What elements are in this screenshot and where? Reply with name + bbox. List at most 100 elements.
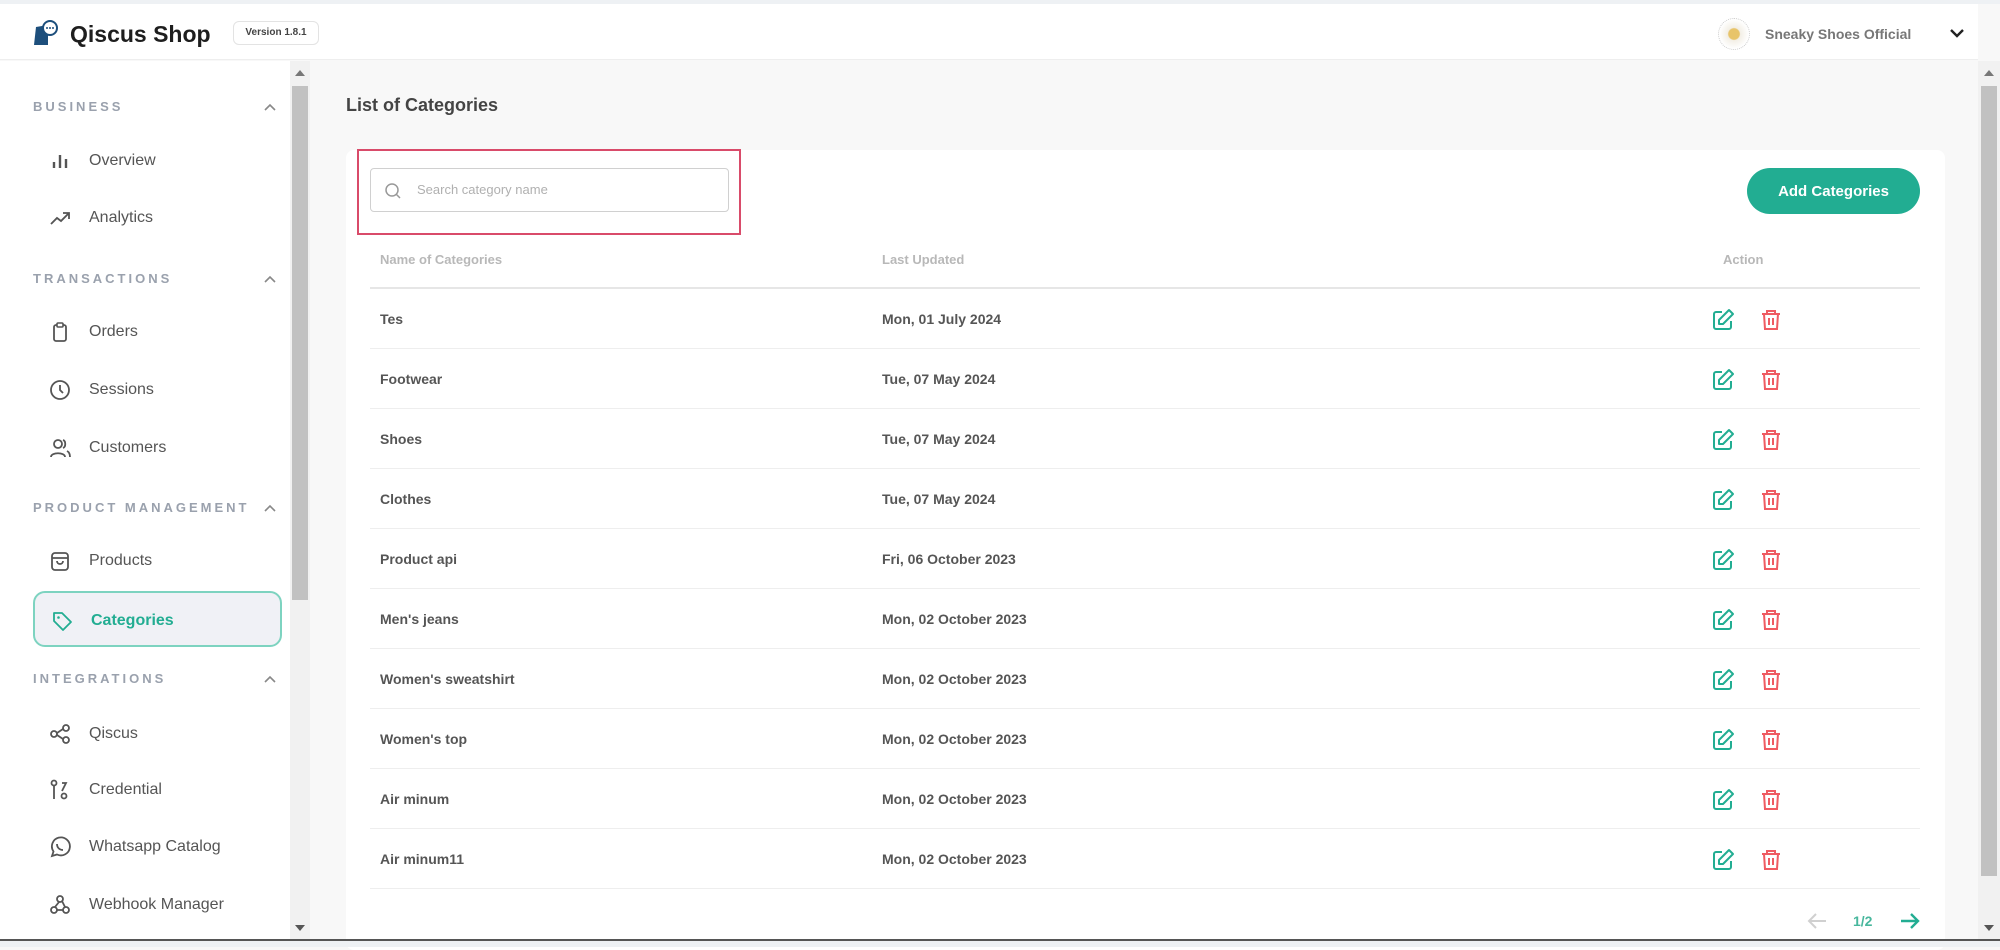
last-updated: Mon, 02 October 2023	[882, 731, 1027, 747]
last-updated: Fri, 06 October 2023	[882, 551, 1016, 567]
edit-icon[interactable]	[1711, 308, 1735, 332]
column-header-last-updated: Last Updated	[882, 252, 965, 267]
trending-up-icon	[50, 212, 70, 225]
user-avatar[interactable]	[1718, 18, 1750, 50]
whatsapp-icon	[50, 836, 71, 858]
chevron-up-icon[interactable]	[262, 671, 278, 687]
sidebar-item-label: Credential	[89, 781, 162, 798]
edit-icon[interactable]	[1711, 368, 1735, 392]
sidebar-item-qiscus[interactable]: Qiscus	[33, 706, 282, 762]
last-updated: Mon, 01 July 2024	[882, 311, 1002, 327]
main-scroll-down-arrow-icon[interactable]	[1984, 925, 1994, 931]
section-header-1: TRANSACTIONS	[33, 271, 173, 286]
webhook-icon	[50, 895, 70, 914]
search-icon	[385, 183, 401, 199]
share-icon	[50, 724, 70, 744]
delete-icon[interactable]	[1759, 608, 1783, 632]
column-header-action: Action	[1723, 252, 1764, 267]
delete-icon[interactable]	[1759, 848, 1783, 872]
main-scrollbar-thumb[interactable]	[1981, 86, 1997, 876]
delete-icon[interactable]	[1759, 308, 1783, 332]
sidebar-item-webhook-manager[interactable]: Webhook Manager	[33, 877, 282, 933]
sidebar-item-label: Categories	[91, 612, 174, 629]
table-row: Women's top Mon, 02 October 2023	[370, 709, 1920, 769]
search-field[interactable]	[370, 168, 729, 212]
add-categories-button[interactable]: Add Categories	[1747, 168, 1920, 214]
sidebar-item-label: Customers	[89, 439, 167, 456]
chevron-down-icon[interactable]	[1948, 24, 1966, 42]
next-page-arrow-icon[interactable]	[1897, 910, 1921, 932]
edit-icon[interactable]	[1711, 488, 1735, 512]
sidebar-scrollbar-thumb[interactable]	[292, 86, 308, 600]
page-indicator: 1/2	[1853, 913, 1873, 929]
sidebar-item-label: Qiscus	[89, 725, 138, 742]
edit-icon[interactable]	[1711, 728, 1735, 752]
chevron-up-icon[interactable]	[262, 271, 278, 287]
search-input[interactable]	[417, 169, 717, 210]
last-updated: Mon, 02 October 2023	[882, 611, 1027, 627]
sidebar-item-credential[interactable]: Credential	[33, 762, 282, 818]
category-name: Air minum11	[380, 851, 465, 867]
chevron-up-icon[interactable]	[262, 99, 278, 115]
previous-page-arrow-icon[interactable]	[1806, 910, 1830, 932]
qiscus-logo-icon	[34, 20, 58, 45]
delete-icon[interactable]	[1759, 548, 1783, 572]
last-updated: Mon, 02 October 2023	[882, 791, 1027, 807]
delete-icon[interactable]	[1759, 788, 1783, 812]
table-row: Air minum Mon, 02 October 2023	[370, 769, 1920, 829]
scroll-up-arrow-icon[interactable]	[295, 70, 305, 76]
table-row: Men's jeans Mon, 02 October 2023	[370, 589, 1920, 649]
chevron-up-icon[interactable]	[262, 500, 278, 516]
sidebar: BUSINESS Overview Analytics TRANSACTIONS Ord…	[0, 61, 290, 940]
window-bottom-strip	[0, 941, 2000, 947]
edit-icon[interactable]	[1711, 608, 1735, 632]
edit-icon[interactable]	[1711, 548, 1735, 572]
table-row: Clothes Tue, 07 May 2024	[370, 469, 1920, 529]
edit-icon[interactable]	[1711, 428, 1735, 452]
tag-icon	[53, 612, 72, 631]
sidebar-item-customers[interactable]: Customers	[33, 420, 282, 476]
table-row: Product api Fri, 06 October 2023	[370, 529, 1920, 589]
category-name: Women's sweatshirt	[380, 671, 515, 687]
edit-icon[interactable]	[1711, 668, 1735, 692]
category-name: Shoes	[380, 431, 423, 447]
users-icon	[50, 439, 71, 458]
delete-icon[interactable]	[1759, 668, 1783, 692]
clipboard-icon	[53, 322, 67, 342]
delete-icon[interactable]	[1759, 428, 1783, 452]
edit-icon[interactable]	[1711, 788, 1735, 812]
delete-icon[interactable]	[1759, 488, 1783, 512]
section-header-2: PRODUCT MANAGEMENT	[33, 500, 250, 515]
last-updated: Mon, 02 October 2023	[882, 671, 1027, 687]
top-header: Qiscus Shop Version 1.8.1 Sneaky Shoes O…	[0, 4, 1978, 60]
table-row: Tes Mon, 01 July 2024	[370, 289, 1920, 349]
sidebar-item-label: Analytics	[89, 209, 154, 226]
column-header-name: Name of Categories	[380, 252, 503, 267]
scroll-down-arrow-icon[interactable]	[295, 925, 305, 931]
bar-chart-icon	[52, 155, 68, 168]
sidebar-item-analytics[interactable]: Analytics	[33, 190, 282, 246]
delete-icon[interactable]	[1759, 368, 1783, 392]
sidebar-item-orders[interactable]: Orders	[33, 304, 282, 360]
main-scroll-up-arrow-icon[interactable]	[1984, 70, 1994, 76]
sidebar-item-categories[interactable]: Categories	[33, 591, 282, 647]
sidebar-item-overview[interactable]: Overview	[33, 133, 282, 189]
edit-icon[interactable]	[1711, 848, 1735, 872]
shopping-bag-icon	[51, 552, 69, 571]
last-updated: Tue, 07 May 2024	[882, 431, 996, 447]
user-name[interactable]: Sneaky Shoes Official	[1765, 26, 1911, 42]
table-row: Air minum11 Mon, 02 October 2023	[370, 829, 1920, 889]
delete-icon[interactable]	[1759, 728, 1783, 752]
category-name: Air minum	[380, 791, 450, 807]
table-row: Shoes Tue, 07 May 2024	[370, 409, 1920, 469]
sidebar-item-whatsapp-catalog[interactable]: Whatsapp Catalog	[33, 819, 282, 875]
sidebar-item-label: Overview	[89, 152, 156, 169]
key-path-icon	[50, 779, 68, 800]
table-row: Women's sweatshirt Mon, 02 October 2023	[370, 649, 1920, 709]
sidebar-item-label: Whatsapp Catalog	[89, 838, 221, 855]
page-title: List of Categories	[346, 95, 499, 115]
sidebar-item-products[interactable]: Products	[33, 533, 282, 589]
sidebar-item-sessions[interactable]: Sessions	[33, 362, 282, 418]
category-name: Women's top	[380, 731, 468, 747]
category-name: Footwear	[380, 371, 443, 387]
